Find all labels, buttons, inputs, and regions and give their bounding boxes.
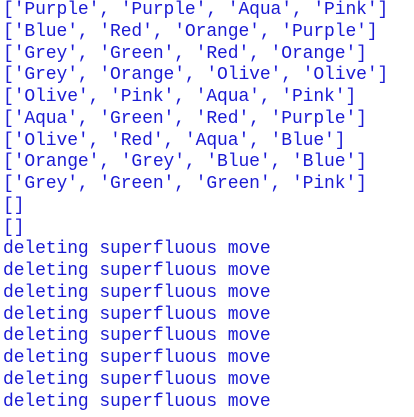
console-output: ['Purple', 'Purple', 'Aqua', 'Pink'] ['B… [3, 0, 411, 417]
output-line: deleting superfluous move [3, 304, 271, 325]
output-line: ['Grey', 'Orange', 'Olive', 'Olive'] [3, 65, 389, 86]
output-line: deleting superfluous move [3, 326, 271, 347]
output-line: deleting superfluous move [3, 282, 271, 303]
output-line: ['Blue', 'Red', 'Orange', 'Purple'] [3, 21, 378, 42]
output-line: ['Purple', 'Purple', 'Aqua', 'Pink'] [3, 0, 389, 20]
output-line: deleting superfluous move [3, 261, 271, 281]
output-line: deleting superfluous move [3, 348, 271, 368]
output-line: [] [3, 217, 25, 238]
output-line: ['Orange', 'Grey', 'Blue', 'Blue'] [3, 152, 367, 173]
output-line: ['Olive', 'Red', 'Aqua', 'Blue'] [3, 130, 346, 151]
output-line: deleting superfluous move [3, 369, 271, 390]
output-line: ['Grey', 'Green', 'Red', 'Orange'] [3, 43, 367, 64]
output-line: deleting superfluous move [3, 391, 271, 412]
output-line: ['Olive', 'Pink', 'Aqua', 'Pink'] [3, 87, 357, 107]
output-line: ['Aqua', 'Green', 'Red', 'Purple'] [3, 108, 367, 129]
output-line: ['Grey', 'Green', 'Green', 'Pink'] [3, 174, 367, 194]
output-line: deleting superfluous move [3, 239, 271, 260]
output-line: [] [3, 195, 25, 216]
